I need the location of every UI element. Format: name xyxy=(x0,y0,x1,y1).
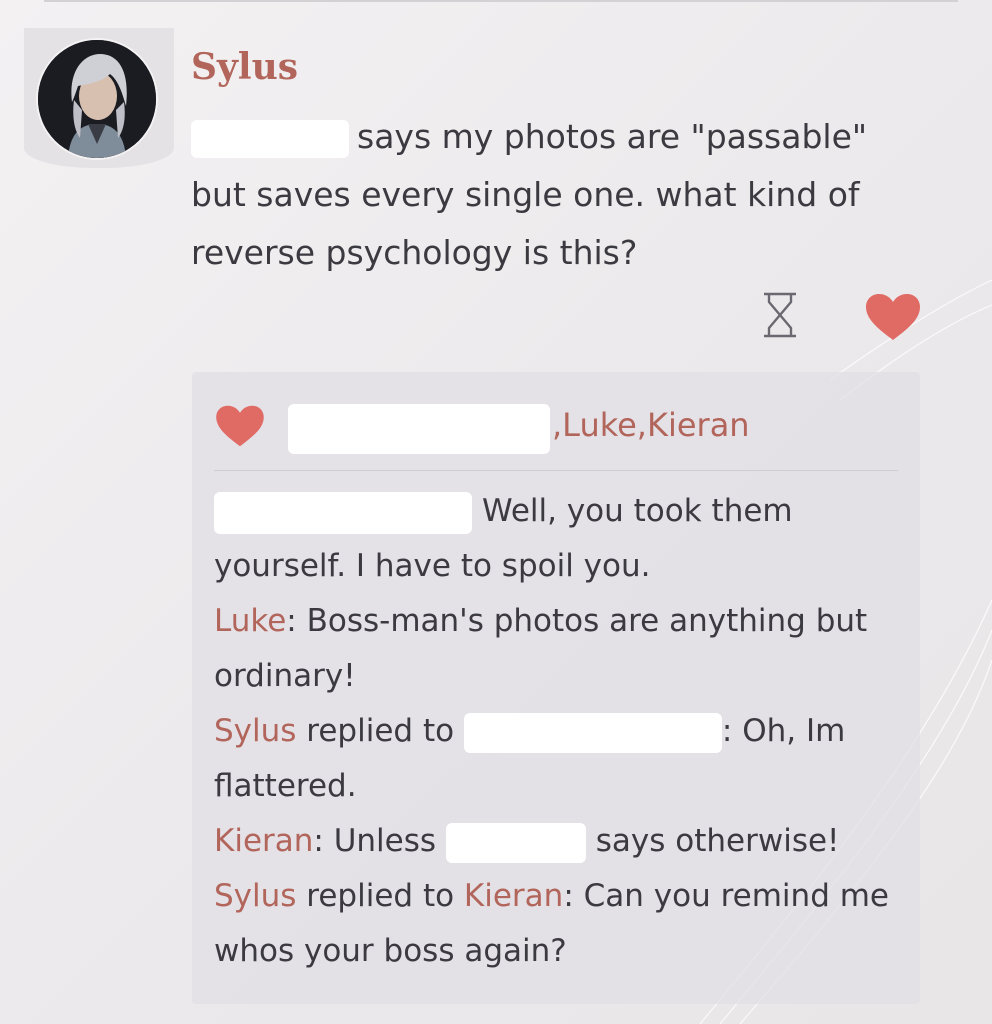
redacted-name xyxy=(191,119,349,158)
likes-divider xyxy=(214,470,898,471)
comment-author[interactable]: Kieran xyxy=(214,823,313,859)
comment-panel: ,Luke,Kieran Well, you took them yoursel… xyxy=(192,372,920,1004)
like-heart-icon[interactable] xyxy=(864,292,922,342)
comment-4[interactable]: Kieran: Unless says otherwise! xyxy=(214,814,904,869)
comment-separator: : xyxy=(563,878,574,914)
avatar[interactable] xyxy=(38,40,156,158)
reply-target[interactable]: Kieran xyxy=(464,878,563,914)
comment-1[interactable]: Well, you took them yourself. I have to … xyxy=(214,484,904,594)
comment-author[interactable]: Sylus xyxy=(214,878,296,914)
reply-label: replied to xyxy=(306,878,455,914)
post-author-name[interactable]: Sylus xyxy=(191,46,298,88)
comments-list: Well, you took them yourself. I have to … xyxy=(214,484,904,979)
likes-names[interactable]: ,Luke,Kieran xyxy=(552,406,750,444)
comment-2[interactable]: Luke: Boss-man's photos are anything but… xyxy=(214,594,904,704)
hourglass-icon[interactable] xyxy=(758,290,802,342)
comment-author[interactable]: Sylus xyxy=(214,713,296,749)
comment-separator: : xyxy=(286,603,297,639)
comment-5[interactable]: Sylus replied to Kieran: Can you remind … xyxy=(214,869,904,979)
comment-author[interactable]: Luke xyxy=(214,603,286,639)
comment-3[interactable]: Sylus replied to : Oh, Im flattered. xyxy=(214,704,904,814)
likes-heart-icon xyxy=(214,404,266,448)
comment-pre-text: Unless xyxy=(333,823,437,859)
comment-separator: : xyxy=(721,713,733,749)
redacted-name xyxy=(214,491,472,534)
redacted-likers xyxy=(288,404,550,454)
redacted-name xyxy=(445,822,586,863)
post-body: says my photos are "passable" but saves … xyxy=(191,108,931,282)
avatar-portrait-icon xyxy=(38,40,156,158)
comment-text: Boss-man's photos are anything but ordin… xyxy=(214,603,868,694)
reply-label: replied to xyxy=(306,713,455,749)
likes-row: ,Luke,Kieran xyxy=(214,402,894,462)
comment-separator: : xyxy=(313,823,324,859)
redacted-name xyxy=(463,712,722,753)
comment-text: says otherwise! xyxy=(595,823,840,859)
